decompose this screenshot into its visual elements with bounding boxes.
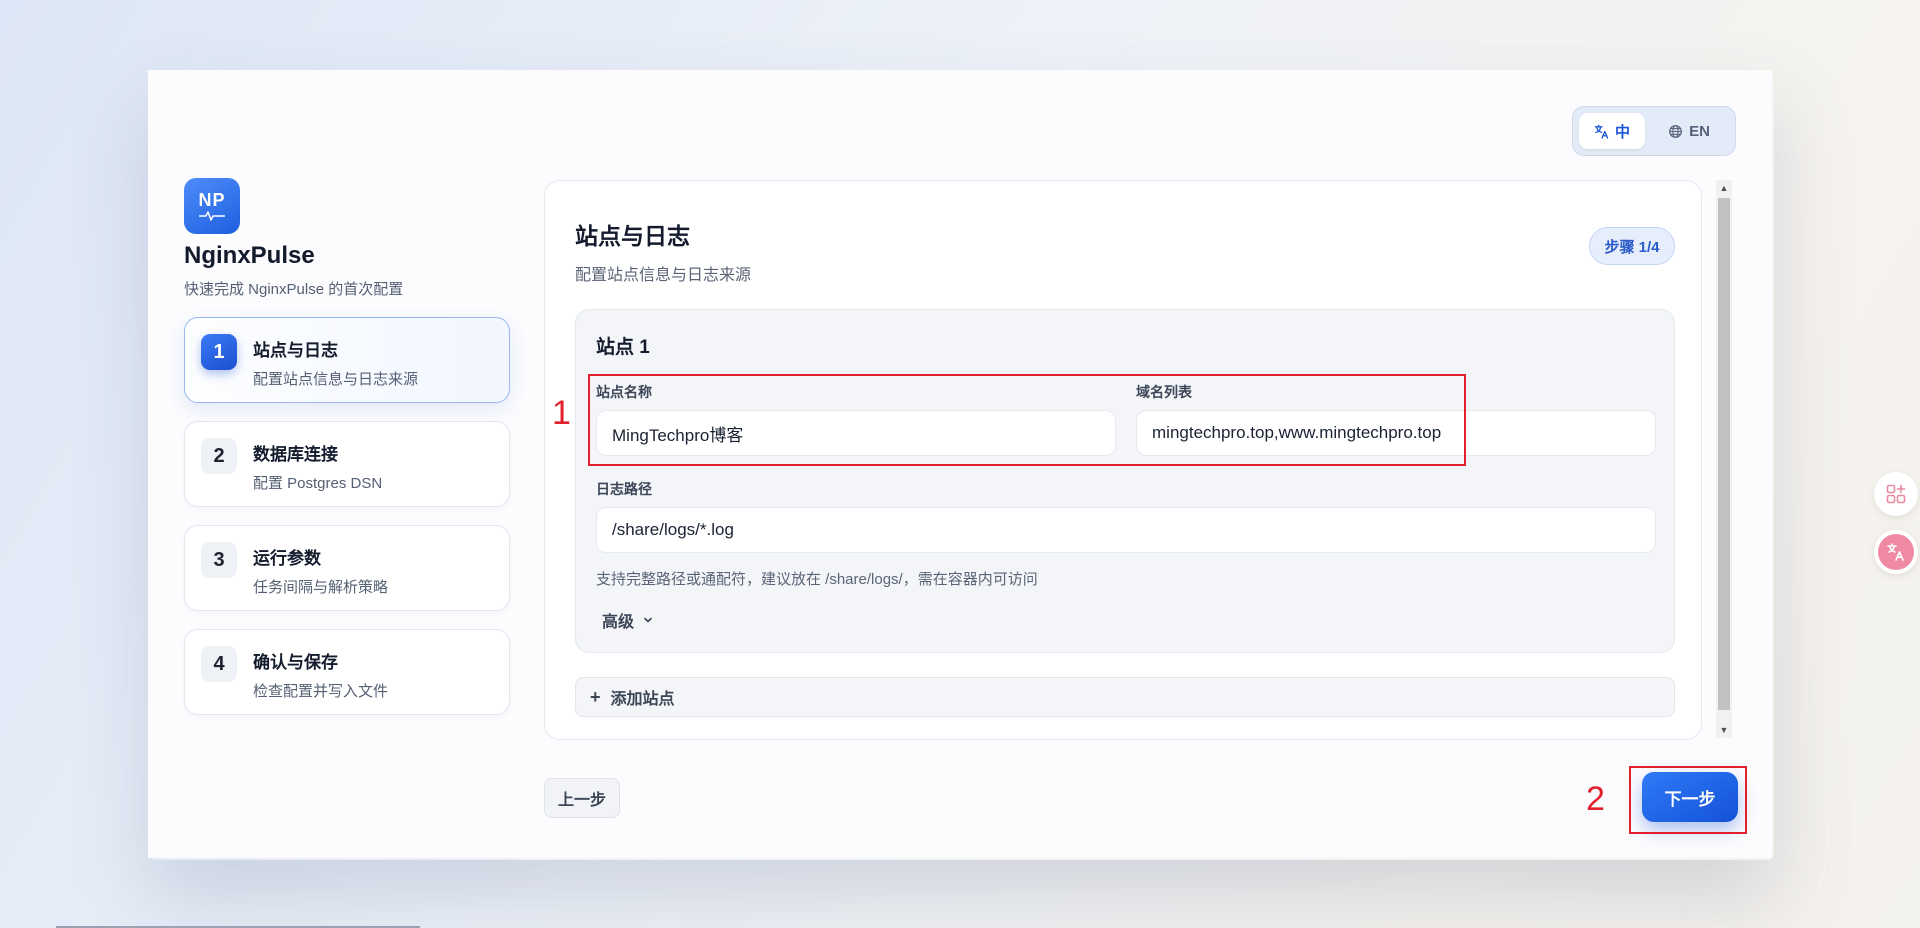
lang-en-label: EN: [1689, 122, 1710, 140]
step-item-database[interactable]: 2 数据库连接 配置 Postgres DSN: [184, 421, 510, 507]
sidebar: NP NginxPulse 快速完成 NginxPulse 的首次配置 1 站点…: [184, 178, 510, 715]
step-description: 配置站点信息与日志来源: [253, 371, 419, 388]
plus-icon: +: [590, 686, 601, 707]
setup-window: 中 EN NP NginxPulse 快速完成 NginxPulse 的首次配置…: [148, 70, 1772, 858]
annotation-box-2: [1629, 766, 1747, 834]
step-number: 3: [201, 542, 237, 578]
site-title: 站点 1: [596, 337, 650, 358]
app-name: NginxPulse: [184, 242, 315, 269]
add-site-label: 添加站点: [610, 691, 675, 708]
apps-add-icon: [1886, 484, 1906, 504]
log-path-label: 日志路径: [596, 481, 652, 497]
log-path-hint: 支持完整路径或通配符，建议放在 /share/logs/，需在容器内可访问: [596, 571, 1038, 588]
translate-float-button[interactable]: [1874, 530, 1918, 574]
scroll-up-icon[interactable]: ▲: [1716, 180, 1732, 196]
add-site-button[interactable]: + 添加站点: [575, 677, 1675, 717]
lang-zh-label: 中: [1614, 123, 1630, 141]
pulse-icon: [199, 211, 225, 221]
step-number: 1: [201, 334, 237, 370]
app-logo: NP: [184, 178, 240, 234]
step-title: 站点与日志: [253, 341, 338, 360]
step-number: 4: [201, 646, 237, 682]
step-title: 数据库连接: [253, 445, 338, 464]
step-item-confirm[interactable]: 4 确认与保存 检查配置并写入文件: [184, 629, 510, 715]
log-path-input[interactable]: /share/logs/*.log: [596, 507, 1656, 553]
step-description: 检查配置并写入文件: [253, 683, 389, 700]
globe-icon: [1669, 124, 1682, 138]
advanced-toggle[interactable]: 高级: [602, 608, 654, 632]
step-description: 配置 Postgres DSN: [253, 475, 383, 492]
annotation-label-2: 2: [1586, 780, 1605, 818]
translate-glyph: [1887, 543, 1904, 561]
annotation-label-1: 1: [552, 394, 571, 432]
translate-icon: [1594, 124, 1609, 139]
content-scrollbar[interactable]: ▲ ▼: [1716, 180, 1732, 738]
lang-zh-button[interactable]: 中: [1579, 113, 1645, 149]
step-number: 2: [201, 438, 237, 474]
logo-text: NP: [198, 190, 226, 210]
lang-en-button[interactable]: EN: [1651, 113, 1727, 149]
step-list: 1 站点与日志 配置站点信息与日志来源 2 数据库连接 配置 Postgres …: [184, 317, 510, 715]
step-badge: 步骤 1/4: [1589, 227, 1675, 265]
translate-icon: [1878, 534, 1914, 570]
language-toggle: 中 EN: [1572, 106, 1736, 156]
prev-button[interactable]: 上一步: [544, 778, 620, 818]
chevron-down-icon: [644, 617, 652, 623]
site-panel: 站点 1 站点名称 MingTechpro博客 域名列表 mingtechpro…: [575, 309, 1675, 653]
step-item-site-log[interactable]: 1 站点与日志 配置站点信息与日志来源: [184, 317, 510, 403]
step-title: 运行参数: [253, 549, 321, 568]
page-subtitle: 配置站点信息与日志来源: [575, 267, 752, 284]
step-description: 任务间隔与解析策略: [253, 579, 389, 596]
scroll-thumb[interactable]: [1718, 198, 1730, 710]
step-title: 确认与保存: [253, 653, 338, 672]
annotation-box-1: [588, 374, 1466, 466]
app-subtitle: 快速完成 NginxPulse 的首次配置: [184, 281, 404, 298]
advanced-label: 高级: [602, 614, 635, 631]
scroll-down-icon[interactable]: ▼: [1716, 722, 1732, 738]
apps-add-float-button[interactable]: [1874, 472, 1918, 516]
step-item-runtime[interactable]: 3 运行参数 任务间隔与解析策略: [184, 525, 510, 611]
page-title: 站点与日志: [575, 223, 690, 249]
